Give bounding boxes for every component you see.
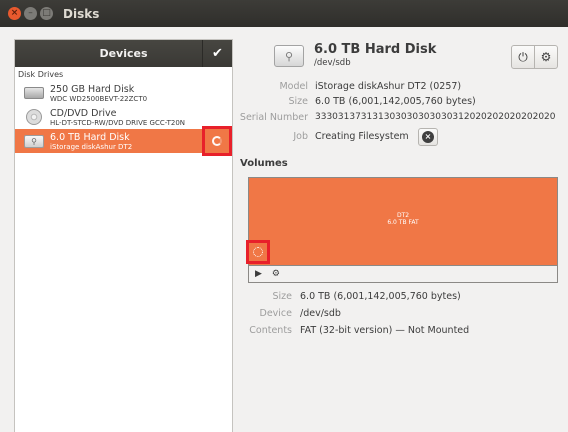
busy-spinner-highlight — [202, 126, 232, 156]
usb-drive-icon: ⚲ — [274, 45, 304, 67]
hard-disk-icon — [23, 84, 45, 102]
volume-toolbar: ▶ ⚙ — [249, 265, 557, 282]
devices-header-title: Devices — [99, 47, 148, 60]
vol-size-value: 6.0 TB (6,001,142,005,760 bytes) — [300, 291, 461, 302]
title-bar: × – □ Disks — [0, 0, 568, 27]
disk-device-path: /dev/sdb — [314, 58, 351, 68]
job-label-cell: Job — [240, 131, 308, 143]
window-controls: × – □ — [8, 7, 53, 20]
drive-name: CD/DVD Drive — [50, 107, 117, 119]
serial-value: 3330313731313030303030303120202020202020… — [315, 112, 556, 122]
vol-size-label-cell: Size — [240, 291, 292, 303]
window-title: Disks — [63, 6, 100, 21]
vol-size-label: Size — [272, 291, 292, 302]
size-value: 6.0 TB (6,001,142,005,760 bytes) — [315, 96, 476, 107]
vol-contents-label-cell: Contents — [240, 325, 292, 337]
cancel-job-button[interactable]: × — [418, 128, 438, 146]
partition-label: DT2 6.0 TB FAT — [249, 212, 557, 226]
drive-model: WDC WD2500BEVT-22ZCT0 — [50, 94, 148, 103]
volumes-map: DT2 6.0 TB FAT ▶ ⚙ — [246, 177, 558, 283]
cancel-icon: × — [422, 131, 434, 143]
vol-contents-label: Contents — [249, 325, 292, 336]
vol-device-value: /dev/sdb — [300, 308, 341, 319]
usb-drive-icon: ⚲ — [23, 132, 45, 150]
gears-icon[interactable]: ⚙ — [272, 269, 280, 279]
serial-label-cell: Serial Number — [238, 112, 308, 124]
check-icon[interactable]: ✔ — [202, 40, 232, 67]
power-icon[interactable]: ⏻ — [512, 46, 534, 68]
vol-device-label: Device — [259, 308, 293, 319]
spinner-icon — [253, 247, 263, 257]
drive-model: HL-DT-STCD-RW/DVD DRIVE GCC-T20N — [50, 118, 186, 127]
partition-busy-highlight — [246, 240, 270, 264]
disk-drives-label: Disk Drives — [18, 70, 64, 79]
disks-window: × – □ Disks Devices ✔ Disk Drives 250 GB… — [0, 0, 568, 432]
gear-icon[interactable]: ⚙ — [534, 46, 557, 68]
size-label-cell: Size — [240, 96, 308, 108]
drive-item-6tb[interactable]: ⚲ 6.0 TB Hard Disk iStorage diskAshur DT… — [15, 126, 232, 156]
close-icon[interactable]: × — [8, 7, 21, 20]
drive-name: 6.0 TB Hard Disk — [50, 131, 130, 143]
partition-name: DT2 — [396, 212, 410, 219]
drive-item-cd-dvd[interactable]: CD/DVD Drive HL-DT-STCD-RW/DVD DRIVE GCC… — [15, 105, 232, 129]
model-value: iStorage diskAshur DT2 (0257) — [315, 81, 462, 92]
drive-item-250gb[interactable]: 250 GB Hard Disk WDC WD2500BEVT-22ZCT0 — [15, 81, 232, 105]
minimize-icon[interactable]: – — [24, 7, 37, 20]
optical-drive-icon — [23, 108, 45, 126]
job-label: Job — [293, 131, 308, 142]
disk-actions: ⏻ ⚙ — [511, 45, 558, 69]
disk-title: 6.0 TB Hard Disk — [314, 42, 437, 57]
model-label: Model — [279, 81, 308, 92]
volumes-header: Volumes — [240, 158, 288, 169]
model-label-cell: Model — [240, 81, 308, 93]
partition-block[interactable]: DT2 6.0 TB FAT — [246, 178, 557, 265]
maximize-icon[interactable]: □ — [40, 7, 53, 20]
size-label: Size — [288, 96, 308, 107]
drive-name: 250 GB Hard Disk — [50, 83, 135, 95]
drive-model: iStorage diskAshur DT2 — [50, 142, 133, 151]
devices-sidebar: Devices ✔ Disk Drives 250 GB Hard Disk W… — [14, 39, 233, 432]
partition-size: 6.0 TB FAT — [387, 219, 419, 226]
vol-contents-value: FAT (32-bit version) — Not Mounted — [300, 325, 470, 336]
play-icon[interactable]: ▶ — [255, 269, 262, 279]
job-value: Creating Filesystem — [315, 131, 409, 142]
devices-header: Devices ✔ — [15, 40, 232, 67]
spinner-icon — [212, 136, 222, 146]
vol-device-label-cell: Device — [240, 308, 293, 320]
serial-label: Serial Number — [239, 112, 308, 123]
